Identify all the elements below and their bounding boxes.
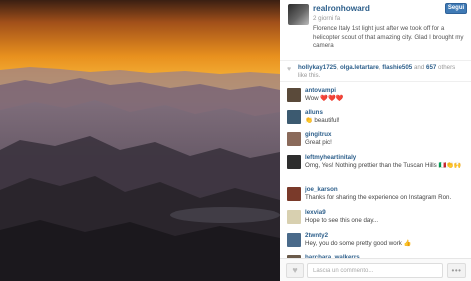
comment-username[interactable]: antovampi	[305, 87, 336, 94]
comment-footer: ♥ •••	[280, 258, 471, 281]
comment-text: Omg, Yes! Nothing prettier than the Tusc…	[305, 162, 462, 169]
comment-item: leftmyheartinitaly Omg, Yes! Nothing pre…	[280, 153, 471, 183]
comment-username[interactable]: joe_karson	[305, 186, 338, 193]
comment-item: lexvia9 Hope to see this one day...	[280, 208, 471, 232]
comment-text: Hey, you do some pretty good work 👍	[305, 240, 412, 247]
likes-summary: ♥ hollykay1725, olga.letartare, flashie5…	[280, 60, 471, 82]
comment-avatar[interactable]	[287, 110, 301, 124]
comment-username[interactable]: 2twnty2	[305, 232, 328, 239]
like-button[interactable]: ♥	[286, 263, 304, 278]
heart-icon: ♥	[287, 66, 292, 73]
post-caption: Florence Italy 1st light just after we t…	[313, 25, 464, 49]
liker-link[interactable]: hollykay1725	[298, 64, 337, 71]
comment-avatar[interactable]	[287, 187, 301, 201]
comment-avatar[interactable]	[287, 88, 301, 102]
comment-avatar[interactable]	[287, 210, 301, 224]
post-timestamp: 2 giorni fa	[313, 15, 341, 22]
ellipsis-icon: •••	[451, 265, 462, 275]
liker-link[interactable]: olga.letartare	[340, 64, 379, 71]
comment-item: 2twnty2 Hey, you do some pretty good wor…	[280, 231, 471, 255]
comment-avatar[interactable]	[287, 233, 301, 247]
more-options-button[interactable]: •••	[447, 263, 466, 278]
landscape-image	[0, 67, 280, 281]
comment-text: Wow ❤️❤️❤️	[305, 95, 344, 102]
comment-text: 👏 beautiful!	[305, 117, 340, 124]
comments-list[interactable]: antovampi Wow ❤️❤️❤️ alluns 👏 beautiful!…	[280, 86, 471, 258]
likes-text: hollykay1725, olga.letartare, flashie505…	[298, 64, 456, 80]
comment-text: Great pic!	[305, 139, 332, 146]
liker-link[interactable]: flashie505	[382, 64, 412, 71]
comment-username[interactable]: alluns	[305, 109, 323, 116]
post-photo	[0, 0, 280, 281]
comment-item: alluns 👏 beautiful!	[280, 108, 471, 132]
comment-username[interactable]: lexvia9	[305, 209, 326, 216]
likes-count[interactable]: 657	[426, 64, 436, 71]
comment-username[interactable]: leftmyheartinitaly	[305, 154, 356, 161]
comment-item: joe_karson Thanks for sharing the experi…	[280, 185, 471, 209]
comment-text: Hope to see this one day...	[305, 217, 379, 224]
comment-avatar[interactable]	[287, 132, 301, 146]
post-detail-panel: realronhoward Segui 2 giorni fa Florence…	[280, 0, 471, 281]
heart-icon: ♥	[292, 265, 298, 275]
author-avatar[interactable]	[288, 4, 309, 25]
author-username[interactable]: realronhoward	[313, 4, 370, 13]
follow-button[interactable]: Segui	[445, 3, 467, 14]
comment-item: antovampi Wow ❤️❤️❤️	[280, 86, 471, 110]
comment-text: Thanks for sharing the experience on Ins…	[305, 194, 452, 201]
post-header: realronhoward Segui 2 giorni fa Florence…	[280, 0, 471, 58]
comment-username[interactable]: gingitrux	[305, 131, 331, 138]
comment-avatar[interactable]	[287, 155, 301, 169]
comment-input[interactable]	[307, 263, 443, 278]
comment-item: gingitrux Great pic!	[280, 130, 471, 154]
